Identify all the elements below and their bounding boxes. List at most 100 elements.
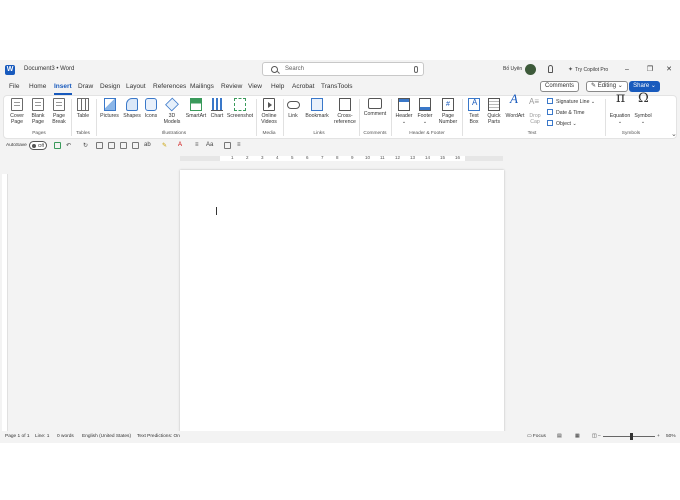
align-icon[interactable]: ≡: [195, 142, 199, 148]
ruler-number: 11: [380, 155, 385, 160]
font-size-button[interactable]: Aa: [206, 142, 213, 148]
font-color-icon[interactable]: A: [178, 142, 182, 148]
lightbulb-icon[interactable]: [548, 65, 553, 73]
collapse-ribbon-icon[interactable]: ⌄: [671, 130, 677, 138]
blank-page-button[interactable]: Blank Page: [28, 98, 48, 125]
wordart-icon: [508, 96, 522, 111]
word-count[interactable]: 0 words: [57, 434, 74, 439]
tab-help[interactable]: Help: [271, 83, 284, 90]
link-icon: [286, 101, 300, 109]
status-bar: Page 1 of 1 Line: 1 0 words English (Uni…: [0, 431, 680, 443]
open-icon[interactable]: [108, 142, 115, 149]
tab-references[interactable]: References: [153, 83, 186, 90]
online-videos-button[interactable]: Online Videos: [259, 98, 279, 125]
cross-reference-button[interactable]: Cross- reference: [332, 98, 358, 125]
print-icon[interactable]: [120, 142, 127, 149]
customize-qat-icon[interactable]: ≡: [237, 142, 241, 148]
bookmark-button[interactable]: Bookmark: [303, 98, 331, 119]
new-document-icon[interactable]: [96, 142, 103, 149]
cover-page-button[interactable]: Cover Page: [8, 98, 26, 125]
zoom-in-icon[interactable]: +: [657, 434, 660, 439]
tab-design[interactable]: Design: [100, 83, 120, 90]
search-input[interactable]: Search: [285, 66, 304, 72]
tab-view[interactable]: View: [248, 83, 262, 90]
comment-button[interactable]: Comment: [362, 98, 388, 117]
ruler-number: 6: [306, 155, 309, 160]
tab-transtools[interactable]: TransTools: [321, 83, 353, 90]
text-predictions[interactable]: Text Predictions: On: [137, 434, 180, 439]
minimize-button[interactable]: –: [620, 63, 634, 76]
table-icon: [77, 98, 89, 111]
quick-parts-button[interactable]: Quick Parts: [484, 98, 504, 125]
pictures-button[interactable]: Pictures: [99, 98, 120, 119]
screenshot-label: Screenshot: [226, 113, 254, 119]
zoom-out-icon[interactable]: –: [598, 434, 601, 439]
chart-button[interactable]: Chart: [209, 98, 225, 119]
header-button[interactable]: Header ⌄: [393, 98, 415, 125]
copilot-button[interactable]: Try Copilot Pro: [568, 66, 608, 73]
signature-line-button[interactable]: Signature Line ⌄: [547, 98, 595, 105]
ruler-number: 8: [336, 155, 339, 160]
zoom-slider[interactable]: [603, 436, 655, 437]
page-count[interactable]: Page 1 of 1: [5, 434, 30, 439]
web-layout-icon[interactable]: ◫: [592, 434, 597, 439]
date-time-button[interactable]: Date & Time: [547, 109, 585, 116]
object-button[interactable]: Object ⌄: [547, 120, 577, 127]
language[interactable]: English (United States): [82, 434, 131, 439]
user-name[interactable]: Bố Uyên: [503, 66, 522, 72]
icons-button[interactable]: Icons: [143, 98, 159, 119]
equation-button[interactable]: Equation ⌄: [607, 95, 633, 125]
drop-cap-button[interactable]: Drop Cap: [527, 98, 543, 125]
tab-draw[interactable]: Draw: [78, 83, 93, 90]
redo-icon[interactable]: ↻: [83, 142, 88, 149]
close-button[interactable]: ✕: [662, 63, 676, 76]
page-break-icon: [53, 98, 65, 111]
restore-button[interactable]: ❐: [643, 63, 657, 76]
tab-acrobat[interactable]: Acrobat: [292, 83, 314, 90]
tab-layout[interactable]: Layout: [126, 83, 146, 90]
focus-button[interactable]: ▭ Focus: [527, 434, 546, 439]
ruler-number: 1: [231, 155, 234, 160]
symbol-icon: [637, 96, 649, 111]
zoom-level[interactable]: 50%: [666, 434, 676, 439]
cross-reference-label-2: reference: [334, 119, 356, 125]
shapes-button[interactable]: Shapes: [122, 98, 142, 119]
spelling-icon[interactable]: ab: [144, 142, 151, 148]
tab-insert[interactable]: Insert: [54, 83, 72, 90]
document-page[interactable]: [180, 170, 504, 431]
screenshot-button[interactable]: Screenshot: [226, 98, 254, 119]
table-button[interactable]: Table: [74, 98, 92, 119]
ruler-number: 10: [365, 155, 371, 160]
page-number-button[interactable]: Page Number: [436, 98, 460, 125]
footer-button[interactable]: Footer ⌄: [415, 98, 435, 125]
link-button[interactable]: Link: [286, 98, 300, 119]
paragraph-icon[interactable]: [224, 142, 231, 149]
symbol-button[interactable]: Symbol ⌄: [632, 96, 654, 125]
read-mode-icon[interactable]: ▤: [557, 434, 562, 439]
tab-mailings[interactable]: Mailings: [190, 83, 214, 90]
text-box-button[interactable]: Text Box: [465, 98, 483, 125]
print-layout-icon[interactable]: ▦: [575, 434, 580, 439]
avatar[interactable]: [525, 64, 536, 75]
save-icon[interactable]: [54, 142, 61, 149]
tab-review[interactable]: Review: [221, 83, 242, 90]
smartart-button[interactable]: SmartArt: [184, 98, 208, 119]
wordart-button[interactable]: WordArt: [504, 96, 526, 119]
search-box[interactable]: Search: [262, 62, 424, 76]
tab-home[interactable]: Home: [29, 83, 46, 90]
comments-button[interactable]: Comments: [540, 81, 580, 92]
undo-icon[interactable]: ↶: [66, 142, 71, 149]
line-number[interactable]: Line: 1: [35, 434, 49, 439]
equation-icon: [614, 95, 626, 111]
zoom-slider-thumb[interactable]: [630, 433, 633, 440]
tab-file[interactable]: File: [9, 83, 19, 90]
microphone-icon[interactable]: [414, 66, 418, 73]
document-canvas: [0, 166, 680, 431]
3d-models-button[interactable]: 3D Models: [161, 97, 183, 125]
format-painter-icon[interactable]: [132, 142, 139, 149]
highlight-icon[interactable]: ✎: [162, 142, 167, 149]
horizontal-ruler[interactable]: 1 2 3 4 5 6 7 8 9 10 11 12 13 14 15 16: [0, 152, 680, 164]
shapes-icon: [126, 98, 138, 111]
autosave-toggle[interactable]: Off: [29, 141, 47, 150]
page-break-button[interactable]: Page Break: [49, 98, 69, 125]
